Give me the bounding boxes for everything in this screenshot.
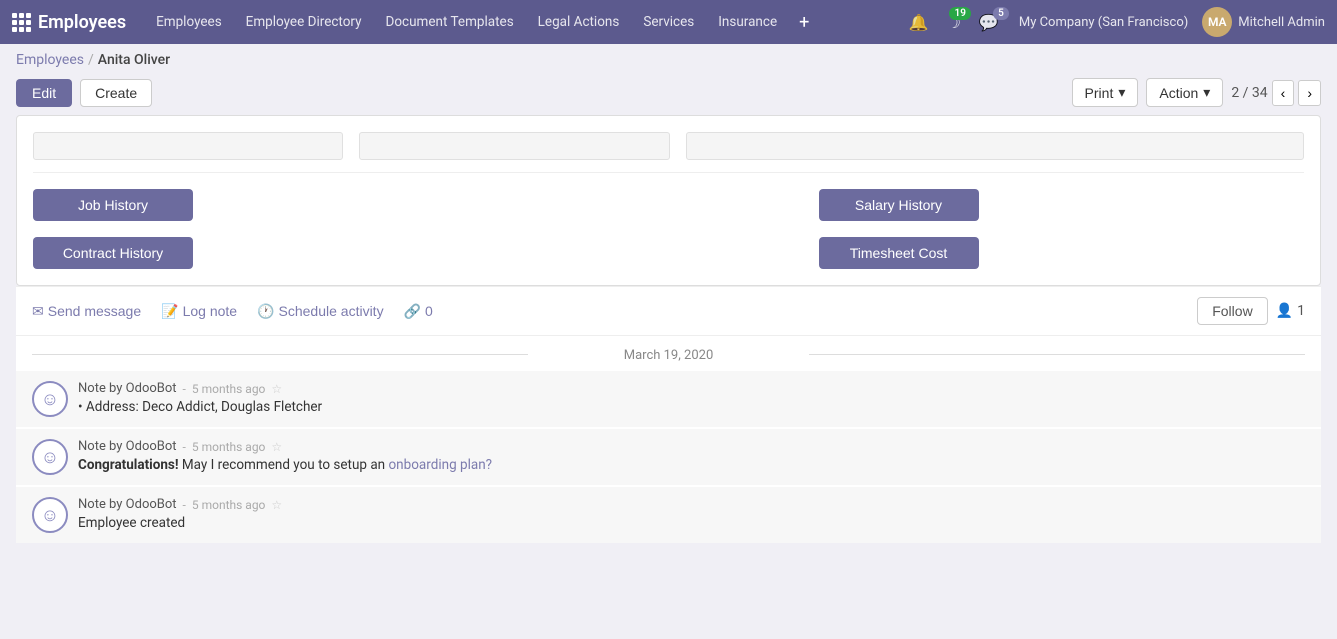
note-timestamp: 5 months ago xyxy=(192,440,266,454)
nav-employees[interactable]: Employees xyxy=(146,10,232,34)
employee-form: Job History Salary History Contract Hist… xyxy=(16,115,1321,286)
chatter: ✉ Send message 📝 Log note 🕐 Schedule act… xyxy=(16,286,1321,543)
note-time: - xyxy=(183,440,186,454)
note-content: Note by OdooBot - 5 months ago ☆ • Addre… xyxy=(78,381,1305,415)
add-menu-button[interactable]: + xyxy=(791,12,817,33)
note-content: Note by OdooBot - 5 months ago ☆ Employe… xyxy=(78,497,1305,531)
nav-document-templates[interactable]: Document Templates xyxy=(375,10,523,34)
note-time: - xyxy=(183,498,186,512)
messages-badge: 5 xyxy=(993,7,1009,20)
chevron-down-icon: ▾ xyxy=(1118,84,1125,101)
breadcrumb: Employees / Anita Oliver xyxy=(0,44,1337,72)
pager: 2 / 34 ‹ › xyxy=(1231,80,1321,106)
avatar: ☺ xyxy=(32,439,68,475)
toolbar: Edit Create Print ▾ Action ▾ 2 / 34 ‹ › xyxy=(0,72,1337,115)
chatter-actions-bar: ✉ Send message 📝 Log note 🕐 Schedule act… xyxy=(16,287,1321,336)
schedule-activity-button[interactable]: 🕐 Schedule activity xyxy=(257,303,384,320)
pager-prev[interactable]: ‹ xyxy=(1272,80,1295,106)
note-body: • Address: Deco Addict, Douglas Fletcher xyxy=(78,399,1305,415)
note-author: Note by OdooBot xyxy=(78,497,177,512)
pager-next[interactable]: › xyxy=(1298,80,1321,106)
salary-history-button[interactable]: Salary History xyxy=(819,189,979,221)
avatar: ☺ xyxy=(32,381,68,417)
field-stub-1 xyxy=(33,132,343,160)
nav-employee-directory[interactable]: Employee Directory xyxy=(236,10,372,34)
log-icon: 📝 xyxy=(161,303,178,320)
star-icon[interactable]: ☆ xyxy=(271,382,282,396)
note-content: Note by OdooBot - 5 months ago ☆ Congrat… xyxy=(78,439,1305,473)
followers-count: 👤 1 xyxy=(1276,303,1305,319)
pager-count: 2 / 34 xyxy=(1231,85,1267,101)
breadcrumb-separator: / xyxy=(88,52,94,68)
note-item: ☺ Note by OdooBot - 5 months ago ☆ Congr… xyxy=(16,429,1321,485)
contract-history-button[interactable]: Contract History xyxy=(33,237,193,269)
breadcrumb-current: Anita Oliver xyxy=(98,52,170,68)
note-author: Note by OdooBot xyxy=(78,439,177,454)
bell-icon[interactable]: 🔔 xyxy=(903,9,935,36)
create-button[interactable]: Create xyxy=(80,79,152,107)
link-icon: 🔗 xyxy=(404,303,421,320)
onboarding-link[interactable]: onboarding plan? xyxy=(388,457,492,473)
follow-area: Follow 👤 1 xyxy=(1197,297,1305,325)
top-navigation: Employees Employees Employee Directory D… xyxy=(0,0,1337,44)
timesheet-cost-button[interactable]: Timesheet Cost xyxy=(819,237,979,269)
user-avatar[interactable]: MA xyxy=(1202,7,1232,37)
star-icon[interactable]: ☆ xyxy=(271,440,282,454)
odoobot-icon: ☺ xyxy=(41,447,59,468)
breadcrumb-parent[interactable]: Employees xyxy=(16,52,84,68)
action-button[interactable]: Action ▾ xyxy=(1146,78,1223,107)
notifications-icon[interactable]: ☽ 19 xyxy=(941,9,967,36)
nav-links: Employees Employee Directory Document Te… xyxy=(146,10,903,34)
note-body: Congratulations! May I recommend you to … xyxy=(78,457,1305,473)
avatar: ☺ xyxy=(32,497,68,533)
note-time: - xyxy=(183,382,186,396)
note-item: ☺ Note by OdooBot - 5 months ago ☆ • Add… xyxy=(16,371,1321,427)
send-message-button[interactable]: ✉ Send message xyxy=(32,303,141,320)
clock-icon: 🕐 xyxy=(257,303,274,320)
note-timestamp: 5 months ago xyxy=(192,498,266,512)
link-button[interactable]: 🔗 0 xyxy=(404,303,433,320)
app-grid-icon[interactable] xyxy=(12,13,28,32)
nav-legal-actions[interactable]: Legal Actions xyxy=(528,10,630,34)
star-icon[interactable]: ☆ xyxy=(271,498,282,512)
follow-button[interactable]: Follow xyxy=(1197,297,1267,325)
print-button[interactable]: Print ▾ xyxy=(1072,78,1139,107)
nav-services[interactable]: Services xyxy=(633,10,704,34)
user-name[interactable]: Mitchell Admin xyxy=(1238,15,1325,30)
form-fields-row xyxy=(33,132,1304,173)
chevron-down-icon: ▾ xyxy=(1203,84,1210,101)
nav-insurance[interactable]: Insurance xyxy=(708,10,787,34)
odoobot-icon: ☺ xyxy=(41,505,59,526)
app-brand: Employees xyxy=(38,12,126,33)
field-stub-3 xyxy=(686,132,1305,160)
note-body: Employee created xyxy=(78,515,1305,531)
date-separator: March 19, 2020 xyxy=(16,336,1321,371)
message-icon: ✉ xyxy=(32,303,44,320)
edit-button[interactable]: Edit xyxy=(16,79,72,107)
user-icon: 👤 xyxy=(1276,303,1293,319)
log-note-button[interactable]: 📝 Log note xyxy=(161,303,237,320)
topnav-icons: 🔔 ☽ 19 💬 5 My Company (San Francisco) MA… xyxy=(903,7,1325,37)
stat-buttons-grid: Job History Salary History Contract Hist… xyxy=(33,189,1304,269)
notification-badge: 19 xyxy=(949,7,970,20)
note-item: ☺ Note by OdooBot - 5 months ago ☆ Emplo… xyxy=(16,487,1321,543)
field-stub-2 xyxy=(359,132,669,160)
messages-icon[interactable]: 💬 5 xyxy=(973,9,1005,36)
odoobot-icon: ☺ xyxy=(41,389,59,410)
company-selector[interactable]: My Company (San Francisco) xyxy=(1011,11,1196,34)
note-timestamp: 5 months ago xyxy=(192,382,266,396)
job-history-button[interactable]: Job History xyxy=(33,189,193,221)
note-author: Note by OdooBot xyxy=(78,381,177,396)
